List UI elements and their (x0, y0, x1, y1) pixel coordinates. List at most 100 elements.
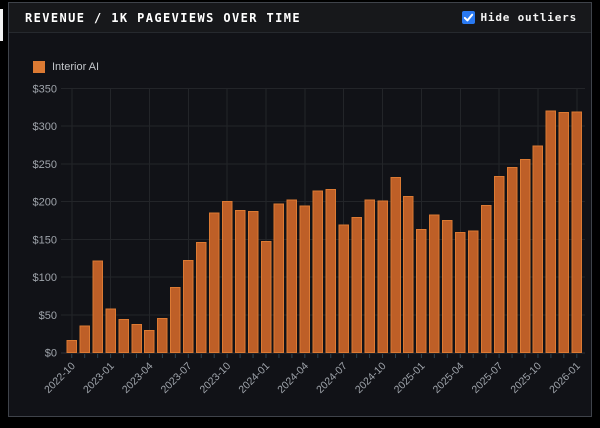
bar-2024-08[interactable] (351, 216, 362, 353)
bar-2023-12[interactable] (247, 210, 259, 353)
x-minor-tick (382, 354, 384, 358)
checkbox-checked-icon[interactable] (461, 11, 475, 24)
x-minor-tick (200, 354, 202, 358)
x-minor-tick (407, 354, 409, 358)
x-minor-tick (317, 354, 319, 358)
x-tick-label: 2024-07 (314, 360, 350, 396)
legend-item-interior-ai[interactable]: Interior AI (33, 61, 99, 73)
chart-area: Interior AI $0 $50 $100 $150 $200 $250 $300 $35… (9, 33, 591, 416)
bar-2025-04[interactable] (455, 232, 466, 353)
panel-header: REVENUE / 1K PAGEVIEWS OVER TIME Hide ou… (9, 3, 591, 33)
x-minor-tick (498, 354, 500, 358)
bar-2024-03[interactable] (286, 199, 298, 353)
x-minor-tick (356, 354, 358, 358)
x-minor-tick (136, 354, 137, 358)
bar-2023-02[interactable] (118, 318, 129, 353)
bar-chart: $0$50$100$150$200$250$300$3502022-10 2023… (33, 83, 585, 396)
panel-title: REVENUE / 1K PAGEVIEWS OVER TIME (25, 10, 301, 25)
x-tick-label: 2023-04 (120, 360, 156, 396)
bar-2025-02[interactable] (429, 214, 440, 353)
x-minor-tick (537, 354, 539, 358)
y-tick-label: $100 (33, 272, 57, 284)
bar-2024-06[interactable] (325, 189, 336, 353)
x-minor-tick (174, 354, 176, 358)
x-minor-tick (511, 354, 513, 358)
bar-2023-01[interactable] (105, 308, 116, 354)
y-tick-label: $50 (39, 310, 57, 322)
bar-2023-11[interactable] (234, 210, 246, 353)
x-tick-label: 2024-01 (236, 360, 272, 396)
x-minor-tick (395, 354, 396, 358)
x-tick-label: 2025-04 (431, 360, 467, 396)
bar-2025-07[interactable] (493, 176, 505, 353)
bar-2025-05[interactable] (467, 230, 479, 353)
x-tick-label: 2024-10 (353, 360, 389, 396)
bar-2024-04[interactable] (299, 205, 311, 353)
checkmark-icon (463, 13, 473, 22)
x-tick-label: 2023-07 (159, 360, 195, 396)
x-minor-tick (97, 354, 99, 358)
x-minor-tick (278, 354, 280, 358)
y-tick-label: $250 (33, 159, 57, 171)
x-minor-tick (420, 354, 422, 358)
chart-panel: REVENUE / 1K PAGEVIEWS OVER TIME Hide ou… (8, 2, 592, 417)
bar-2024-11[interactable] (390, 177, 401, 353)
x-tick-label: 2023-01 (81, 360, 117, 396)
bar-2023-08[interactable] (196, 241, 207, 353)
bar-2023-09[interactable] (208, 212, 220, 353)
bar-2023-10[interactable] (221, 201, 233, 353)
y-tick-label: $300 (33, 121, 57, 133)
bar-2026-01[interactable] (571, 111, 583, 354)
bar-2025-11[interactable] (545, 110, 557, 354)
x-minor-tick (84, 354, 86, 358)
x-minor-tick (252, 354, 254, 358)
bar-2022-11[interactable] (79, 325, 90, 353)
x-tick-label: 2026-01 (547, 360, 583, 396)
x-minor-tick (524, 354, 526, 358)
bar-2025-06[interactable] (480, 204, 492, 353)
x-minor-tick (485, 354, 487, 358)
checkbox-label: Hide outliers (480, 11, 577, 24)
bar-2022-12[interactable] (92, 260, 103, 354)
x-minor-tick (71, 354, 73, 358)
x-tick-label: 2025-07 (469, 360, 505, 396)
x-minor-tick (343, 354, 345, 358)
x-minor-tick (446, 354, 448, 358)
y-tick-label: $0 (45, 348, 57, 360)
x-tick-label: 2025-01 (392, 360, 428, 396)
bar-2024-10[interactable] (377, 200, 388, 353)
bar-2024-07[interactable] (338, 224, 349, 353)
window-edge-highlight (0, 9, 3, 41)
bar-2025-01[interactable] (416, 229, 427, 353)
x-minor-tick (433, 354, 435, 358)
x-minor-tick (187, 354, 189, 358)
x-minor-tick (123, 354, 125, 358)
bar-2023-07[interactable] (183, 259, 194, 353)
bar-2023-04[interactable] (144, 330, 155, 354)
bar-2024-02[interactable] (273, 203, 285, 353)
bar-2023-03[interactable] (131, 324, 142, 354)
x-tick-label: 2022-10 (42, 360, 78, 396)
bar-2024-05[interactable] (312, 190, 324, 353)
bar-2025-12[interactable] (558, 112, 570, 353)
bar-2022-10[interactable] (66, 339, 77, 354)
bar-2023-06[interactable] (170, 287, 181, 353)
x-minor-tick (291, 354, 293, 358)
bar-2025-09[interactable] (519, 158, 531, 353)
x-minor-tick (576, 354, 578, 358)
hide-outliers-checkbox[interactable]: Hide outliers (461, 11, 578, 24)
bar-2025-10[interactable] (532, 145, 544, 354)
bar-2024-12[interactable] (403, 195, 414, 353)
bar-2025-03[interactable] (442, 219, 453, 353)
x-minor-tick (265, 354, 267, 358)
bar-2023-05[interactable] (157, 318, 168, 353)
y-tick-label: $350 (33, 83, 57, 95)
x-minor-tick (330, 354, 332, 358)
bar-2024-01[interactable] (260, 241, 272, 354)
bar-2024-09[interactable] (364, 199, 375, 353)
x-minor-tick (304, 354, 306, 358)
bar-2025-08[interactable] (506, 167, 518, 353)
x-minor-tick (161, 354, 163, 358)
x-minor-tick (459, 354, 461, 358)
x-tick-label: 2023-10 (198, 360, 234, 396)
